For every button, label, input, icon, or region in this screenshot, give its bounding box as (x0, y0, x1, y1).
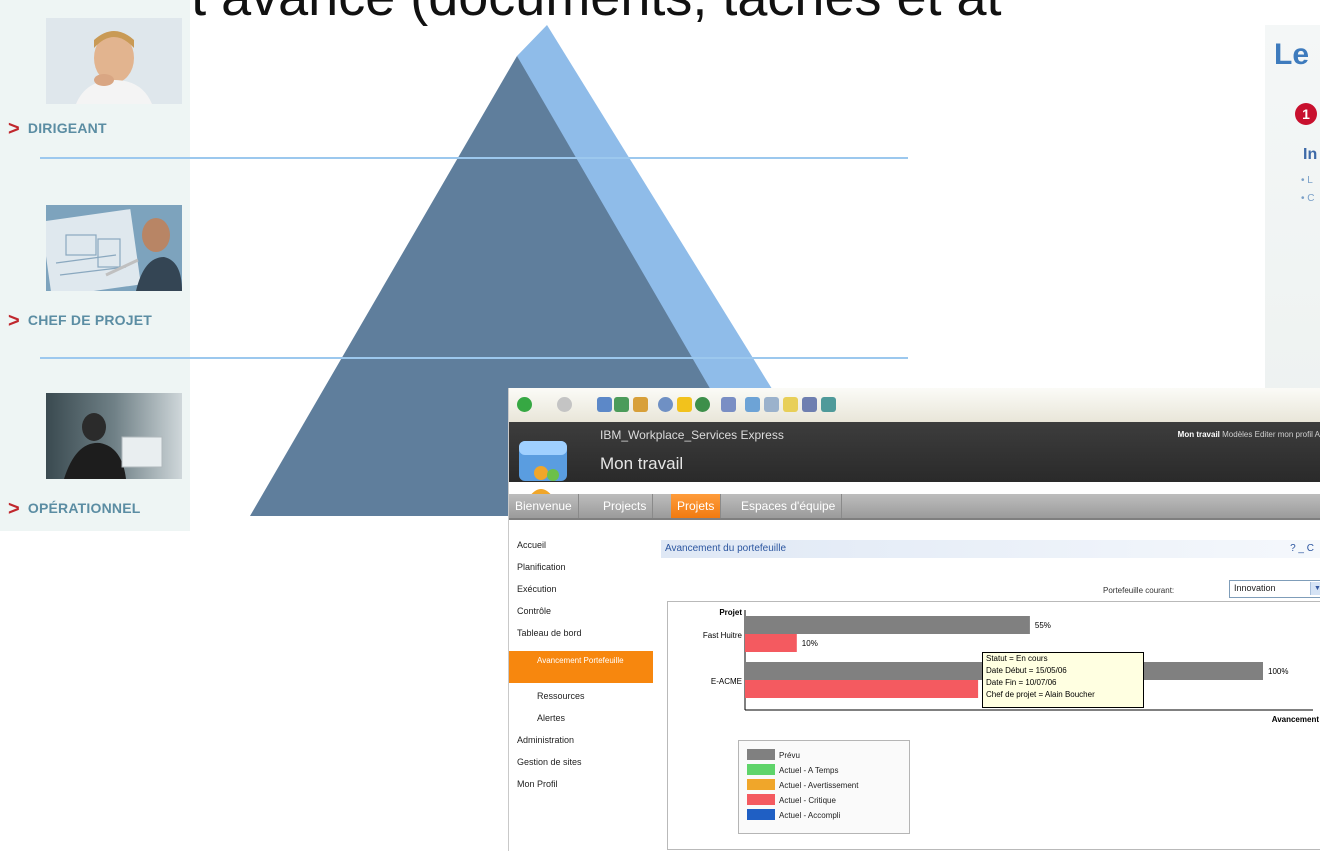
tooltip-manager: Chef de projet = Alain Boucher (986, 690, 1095, 699)
category-label: Fast Huitre (703, 631, 743, 640)
workplace-logo-icon (519, 441, 567, 497)
forward-icon[interactable] (557, 397, 572, 412)
discuss-icon[interactable] (802, 397, 817, 412)
portlet-title: Avancement du portefeuille (665, 543, 787, 554)
history-icon[interactable] (721, 397, 736, 412)
media-icon[interactable] (695, 397, 710, 412)
main-tabs: Bienvenue Projects Projets Espaces d'équ… (509, 494, 1320, 520)
bar-value-label: 100% (1268, 667, 1288, 676)
portfolio-select[interactable]: Innovation ▼ (1229, 580, 1320, 598)
sidebar-item-mon-profil[interactable]: Mon Profil (517, 779, 558, 789)
sidebar-item-gestion-de-sites[interactable]: Gestion de sites (517, 757, 582, 767)
top-nav-link-editer-profil[interactable]: Editer mon profil (1255, 430, 1313, 439)
legend-swatch (747, 764, 775, 775)
browser-toolbar (509, 388, 1320, 423)
sidebar-item-planification[interactable]: Planification (517, 562, 566, 572)
top-nav: Mon travail Modèles Editer mon profil A (1178, 430, 1320, 439)
bar-actuel-0 (745, 634, 797, 652)
portfolio-label: Portefeuille courant: (1103, 586, 1175, 595)
sidebar-item-avancement-portefeuille[interactable]: Avancement Portefeuille (509, 651, 653, 683)
search-icon[interactable] (658, 397, 673, 412)
back-icon[interactable] (517, 397, 532, 412)
category-label: E-ACME (711, 677, 742, 686)
legend-swatch (747, 749, 775, 760)
background-slide-heading: In (1303, 146, 1318, 163)
sidebar-item-administration[interactable]: Administration (517, 735, 574, 745)
legend-item-a-temps: Actuel - A Temps (747, 764, 838, 778)
messenger-icon[interactable] (821, 397, 836, 412)
portlet-header: Avancement du portefeuille ? _ C (661, 540, 1320, 558)
sidebar-item-accueil[interactable]: Accueil (517, 540, 546, 550)
top-nav-current[interactable]: Mon travail (1178, 430, 1220, 439)
sidebar-item-tableau-de-bord[interactable]: Tableau de bord (517, 628, 582, 638)
step-number-badge: 1 (1295, 103, 1317, 125)
bar-value-label: 10% (802, 639, 818, 648)
favorites-icon[interactable] (677, 397, 692, 412)
tooltip-start-date: Date Début = 15/05/06 (986, 666, 1067, 675)
chart-legend: Prévu Actuel - A Temps Actuel - Avertiss… (738, 740, 910, 834)
brand-name: IBM_Workplace_Services Express (600, 428, 784, 442)
sidebar-item-controle[interactable]: Contrôle (517, 606, 551, 616)
tab-bienvenue[interactable]: Bienvenue (509, 494, 579, 518)
background-slide-bullet: • C (1301, 193, 1315, 204)
x-axis-label: Avancement (1272, 715, 1320, 724)
app-screenshot: IBM_Workplace_Services Express Mon trava… (509, 388, 1320, 851)
background-slide-bullet: • L (1301, 175, 1313, 186)
portlet-controls[interactable]: ? _ C (1290, 543, 1314, 554)
bar-prevu-0 (745, 616, 1030, 634)
bar-actuel-1 (745, 680, 979, 698)
legend-item-critique: Actuel - Critique (747, 794, 836, 808)
tab-projects[interactable]: Projects (597, 494, 654, 518)
page-title: Mon travail (600, 454, 684, 473)
legend-swatch (747, 779, 775, 790)
refresh-icon[interactable] (614, 397, 629, 412)
legend-swatch (747, 809, 775, 820)
background-slide-title: Le (1274, 38, 1310, 71)
bar-value-label: 55% (1035, 621, 1051, 630)
edit-icon[interactable] (783, 397, 798, 412)
tab-projets[interactable]: Projets (671, 494, 722, 518)
top-nav-link-modeles[interactable]: Modèles (1222, 430, 1252, 439)
background-slide: Le 1 In • L • C (1265, 25, 1320, 405)
tooltip-status: Statut = En cours (986, 654, 1048, 663)
legend-swatch (747, 794, 775, 805)
bar-tooltip: Statut = En cours Date Début = 15/05/06 … (982, 652, 1144, 708)
sidebar-item-ressources[interactable]: Ressources (537, 691, 585, 701)
sidebar-item-alertes[interactable]: Alertes (537, 713, 565, 723)
legend-item-prevu: Prévu (747, 749, 800, 763)
tab-espaces-equipe[interactable]: Espaces d'équipe (735, 494, 843, 518)
chevron-down-icon[interactable]: ▼ (1310, 582, 1320, 595)
top-nav-link-more[interactable]: A (1315, 430, 1320, 439)
y-axis-label: Projet (719, 608, 742, 617)
legend-item-avertissement: Actuel - Avertissement (747, 779, 858, 793)
stop-icon[interactable] (597, 397, 612, 412)
print-icon[interactable] (764, 397, 779, 412)
sidebar-item-execution[interactable]: Exécution (517, 584, 557, 594)
legend-item-accompli: Actuel - Accompli (747, 809, 840, 823)
home-icon[interactable] (633, 397, 648, 412)
mail-icon[interactable] (745, 397, 760, 412)
tooltip-end-date: Date Fin = 10/07/06 (986, 678, 1057, 687)
